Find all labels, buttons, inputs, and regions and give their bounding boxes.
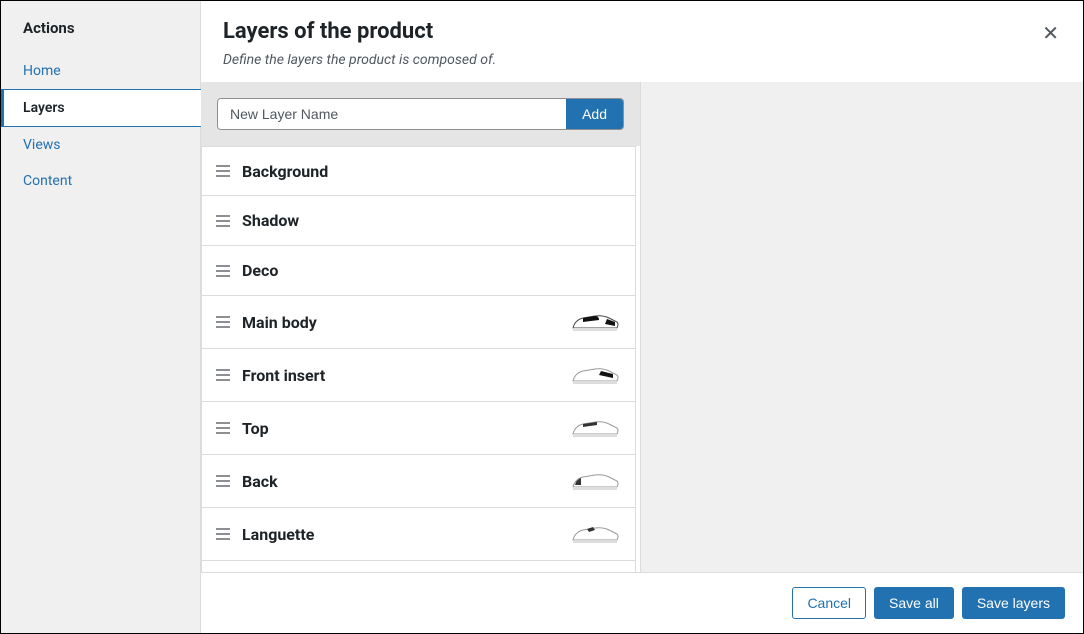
- layer-name: Background: [242, 162, 621, 181]
- sidebar-item-layers[interactable]: Layers: [1, 89, 201, 127]
- add-layer-button[interactable]: Add: [566, 99, 623, 129]
- layer-row[interactable]: Back: [201, 455, 636, 508]
- sidebar: Actions Home Layers Views Content: [1, 1, 201, 633]
- layers-panel: Add Background Shadow Deco: [201, 82, 641, 572]
- layer-row[interactable]: Languette: [201, 508, 636, 561]
- sidebar-item-views[interactable]: Views: [1, 127, 200, 163]
- layer-name: Deco: [242, 261, 621, 280]
- layer-row[interactable]: Shadow: [201, 196, 636, 246]
- layer-row[interactable]: [201, 561, 636, 572]
- layer-name: Shadow: [242, 211, 621, 230]
- drag-handle-icon[interactable]: [216, 475, 230, 487]
- new-layer-input[interactable]: [218, 99, 566, 129]
- layer-thumbnail: [569, 308, 621, 336]
- layer-row[interactable]: Background: [201, 146, 636, 196]
- sidebar-item-content[interactable]: Content: [1, 163, 200, 199]
- main-content: Layers of the product Define the layers …: [201, 1, 1083, 633]
- close-button[interactable]: ✕: [1038, 17, 1063, 50]
- close-icon: ✕: [1042, 23, 1059, 45]
- layer-row[interactable]: Front insert: [201, 349, 636, 402]
- page-subtitle: Define the layers the product is compose…: [223, 52, 1061, 68]
- layer-row[interactable]: Main body: [201, 296, 636, 349]
- header: Layers of the product Define the layers …: [201, 1, 1083, 82]
- drag-handle-icon[interactable]: [216, 165, 230, 177]
- drag-handle-icon[interactable]: [216, 422, 230, 434]
- drag-handle-icon[interactable]: [216, 265, 230, 277]
- drag-handle-icon[interactable]: [216, 215, 230, 227]
- layer-thumbnail: [569, 414, 621, 442]
- layer-thumbnail: [569, 361, 621, 389]
- footer: Cancel Save all Save layers: [201, 572, 1083, 633]
- drag-handle-icon[interactable]: [216, 316, 230, 328]
- layer-name: Main body: [242, 313, 569, 332]
- layer-name: Front insert: [242, 366, 569, 385]
- add-layer-bar: Add: [201, 82, 640, 146]
- layer-name: Back: [242, 472, 569, 491]
- layers-list[interactable]: Background Shadow Deco Main body: [201, 146, 640, 572]
- cancel-button[interactable]: Cancel: [792, 587, 866, 619]
- drag-handle-icon[interactable]: [216, 528, 230, 540]
- layer-thumbnail: [569, 520, 621, 548]
- page-title: Layers of the product: [223, 19, 1061, 44]
- save-layers-button[interactable]: Save layers: [962, 587, 1065, 619]
- layer-row[interactable]: Top: [201, 402, 636, 455]
- layer-name: Languette: [242, 525, 569, 544]
- drag-handle-icon[interactable]: [216, 369, 230, 381]
- sidebar-title: Actions: [1, 19, 200, 53]
- save-all-button[interactable]: Save all: [874, 587, 954, 619]
- layer-name: Top: [242, 419, 569, 438]
- layer-row[interactable]: Deco: [201, 246, 636, 296]
- sidebar-item-home[interactable]: Home: [1, 53, 200, 89]
- layer-thumbnail: [569, 467, 621, 495]
- detail-panel: [641, 82, 1083, 572]
